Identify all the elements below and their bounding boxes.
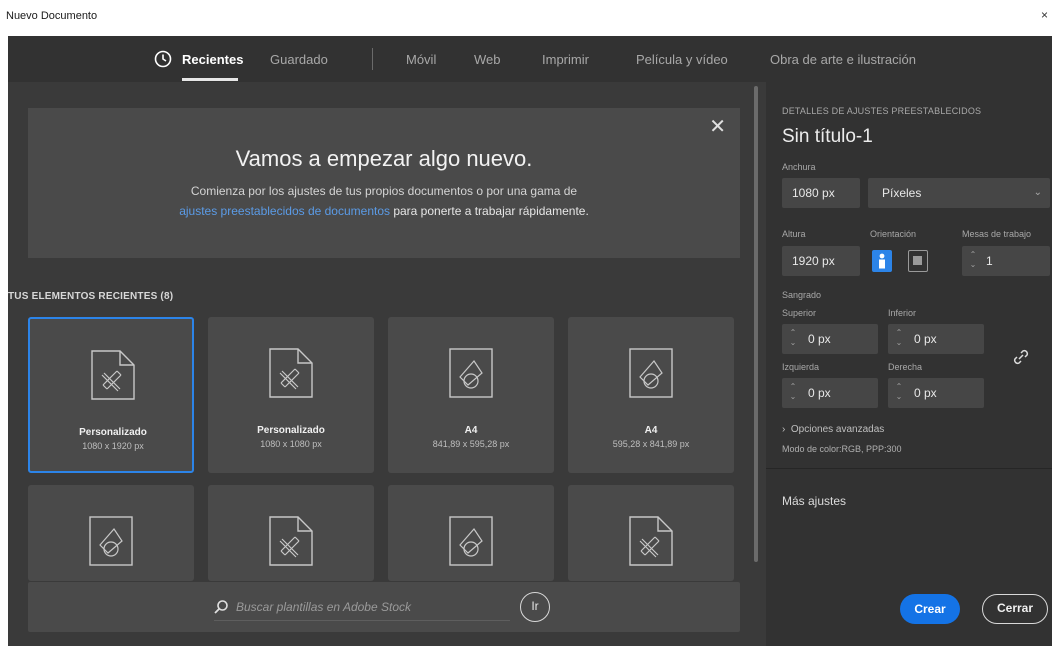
print-doc-icon — [449, 516, 493, 566]
scrollbar[interactable] — [754, 86, 758, 562]
panel-divider — [766, 468, 1052, 469]
active-tab-indicator — [182, 78, 238, 81]
stepper-icon[interactable]: ⌃ ⌄ — [894, 328, 904, 350]
welcome-heading: Vamos a empezar algo nuevo. — [235, 146, 533, 171]
bleed-top-input[interactable]: ⌃ ⌄ 0 px — [782, 324, 878, 354]
recent-item[interactable] — [568, 485, 734, 581]
recent-item[interactable] — [28, 485, 194, 581]
stepper-icon[interactable]: ⌃ ⌄ — [788, 328, 798, 350]
tab-imprimir[interactable]: Imprimir — [542, 52, 589, 67]
window-close-icon[interactable]: × — [1041, 8, 1048, 22]
advanced-options-toggle[interactable]: › Opciones avanzadas — [782, 424, 884, 435]
recent-item[interactable] — [388, 485, 554, 581]
welcome-banner: ✕ Vamos a empezar algo nuevo. Comienza p… — [28, 108, 740, 258]
orientation-label: Orientación — [870, 229, 917, 239]
category-tabs: Recientes Guardado Móvil Web Imprimir Pe… — [8, 36, 1052, 82]
portrait-orientation-button[interactable] — [872, 250, 892, 272]
chevron-down-icon: ⌄ — [1033, 187, 1042, 198]
bleed-top-value: 0 px — [808, 332, 831, 346]
bleed-bottom-value: 0 px — [914, 332, 937, 346]
stepper-icon[interactable]: ⌃ ⌄ — [968, 250, 978, 272]
bleed-left-value: 0 px — [808, 386, 831, 400]
tab-pelicula-video[interactable]: Película y vídeo — [636, 52, 728, 67]
custom-doc-icon — [629, 516, 673, 566]
landscape-orientation-button[interactable] — [908, 250, 928, 272]
search-underline — [214, 620, 510, 621]
recent-item-name: Personalizado — [79, 427, 147, 438]
presets-panel: ✕ Vamos a empezar algo nuevo. Comienza p… — [8, 82, 766, 646]
advanced-options-label: Opciones avanzadas — [790, 424, 885, 435]
width-label: Anchura — [782, 162, 816, 172]
unit-select[interactable]: Píxeles ⌄ — [868, 178, 1050, 208]
preset-details-panel: DETALLES DE AJUSTES PREESTABLECIDOS Sin … — [766, 82, 1052, 646]
close-button[interactable]: Cerrar — [982, 594, 1048, 624]
recent-item[interactable]: Personalizado 1080 x 1080 px — [208, 317, 374, 473]
recent-item-size: 595,28 x 841,89 px — [612, 439, 690, 449]
tab-web[interactable]: Web — [474, 52, 501, 67]
tab-obra-de-arte[interactable]: Obra de arte e ilustración — [770, 52, 916, 67]
tab-movil[interactable]: Móvil — [406, 52, 436, 67]
bleed-label: Sangrado — [782, 290, 822, 300]
artboards-label: Mesas de trabajo — [962, 229, 1032, 239]
chevron-right-icon: › — [782, 424, 786, 435]
height-label: Altura — [782, 229, 806, 239]
stepper-icon[interactable]: ⌃ ⌄ — [788, 382, 798, 404]
bleed-right-label: Derecha — [888, 362, 923, 372]
tab-divider — [372, 48, 373, 70]
clock-icon — [154, 50, 172, 68]
search-input[interactable]: Buscar plantillas en Adobe Stock — [236, 600, 411, 614]
new-document-dialog: Recientes Guardado Móvil Web Imprimir Pe… — [8, 36, 1052, 646]
document-name-field[interactable]: Sin título-1 — [782, 126, 873, 148]
recent-items-heading: TUS ELEMENTOS RECIENTES (8) — [8, 291, 174, 302]
bleed-bottom-input[interactable]: ⌃ ⌄ 0 px — [888, 324, 984, 354]
recent-item[interactable] — [208, 485, 374, 581]
search-icon — [214, 600, 228, 614]
bleed-top-label: Superior — [782, 308, 817, 318]
custom-doc-icon — [91, 350, 135, 400]
stepper-icon[interactable]: ⌃ ⌄ — [894, 382, 904, 404]
more-settings-link[interactable]: Más ajustes — [782, 494, 846, 508]
bleed-left-input[interactable]: ⌃ ⌄ 0 px — [782, 378, 878, 408]
recent-item[interactable]: A4 841,89 x 595,28 px — [388, 317, 554, 473]
bleed-right-value: 0 px — [914, 386, 937, 400]
window-title: Nuevo Documento — [6, 10, 98, 22]
print-doc-icon — [629, 348, 673, 398]
welcome-text-line2: ajustes preestablecidos de documentos pa… — [28, 204, 740, 218]
artboards-value: 1 — [986, 254, 993, 268]
bleed-right-input[interactable]: ⌃ ⌄ 0 px — [888, 378, 984, 408]
recent-item[interactable]: A4 595,28 x 841,89 px — [568, 317, 734, 473]
welcome-text-rest: para ponerte a trabajar rápidamente. — [390, 204, 589, 218]
stock-search-bar: Buscar plantillas en Adobe Stock Ir — [28, 582, 740, 632]
recent-item-name: A4 — [464, 425, 478, 436]
artboards-input[interactable]: ⌃ ⌄ 1 — [962, 246, 1050, 276]
landscape-icon — [913, 256, 922, 265]
welcome-text: Comienza por los ajustes de tus propios … — [190, 184, 578, 198]
create-button[interactable]: Crear — [900, 594, 960, 624]
preset-details-heading: DETALLES DE AJUSTES PREESTABLECIDOS — [782, 106, 982, 116]
print-doc-icon — [449, 348, 493, 398]
tab-recientes[interactable]: Recientes — [182, 52, 243, 67]
window-titlebar: Nuevo Documento × — [0, 0, 1052, 36]
custom-doc-icon — [269, 516, 313, 566]
link-chain-icon[interactable] — [1010, 346, 1032, 368]
bleed-bottom-label: Inferior — [888, 308, 917, 318]
width-input[interactable]: 1080 px — [782, 178, 860, 208]
search-go-button[interactable]: Ir — [520, 592, 550, 622]
recent-item-size: 841,89 x 595,28 px — [432, 439, 510, 449]
custom-doc-icon — [269, 348, 313, 398]
recent-item-size: 1080 x 1080 px — [260, 439, 322, 449]
height-input[interactable]: 1920 px — [782, 246, 860, 276]
recent-item-name: A4 — [644, 425, 658, 436]
recent-item-name: Personalizado — [257, 425, 325, 436]
close-banner-icon[interactable]: ✕ — [709, 114, 726, 139]
tab-guardado[interactable]: Guardado — [270, 52, 328, 67]
portrait-icon — [879, 253, 885, 269]
print-doc-icon — [89, 516, 133, 566]
unit-select-value: Píxeles — [882, 186, 922, 200]
bleed-left-label: Izquierda — [782, 362, 820, 372]
presets-link[interactable]: ajustes preestablecidos de documentos — [179, 204, 390, 218]
color-mode-info: Modo de color:RGB, PPP:300 — [782, 444, 902, 454]
recent-item-size: 1080 x 1920 px — [82, 441, 144, 451]
recent-item[interactable]: Personalizado 1080 x 1920 px — [28, 317, 194, 473]
